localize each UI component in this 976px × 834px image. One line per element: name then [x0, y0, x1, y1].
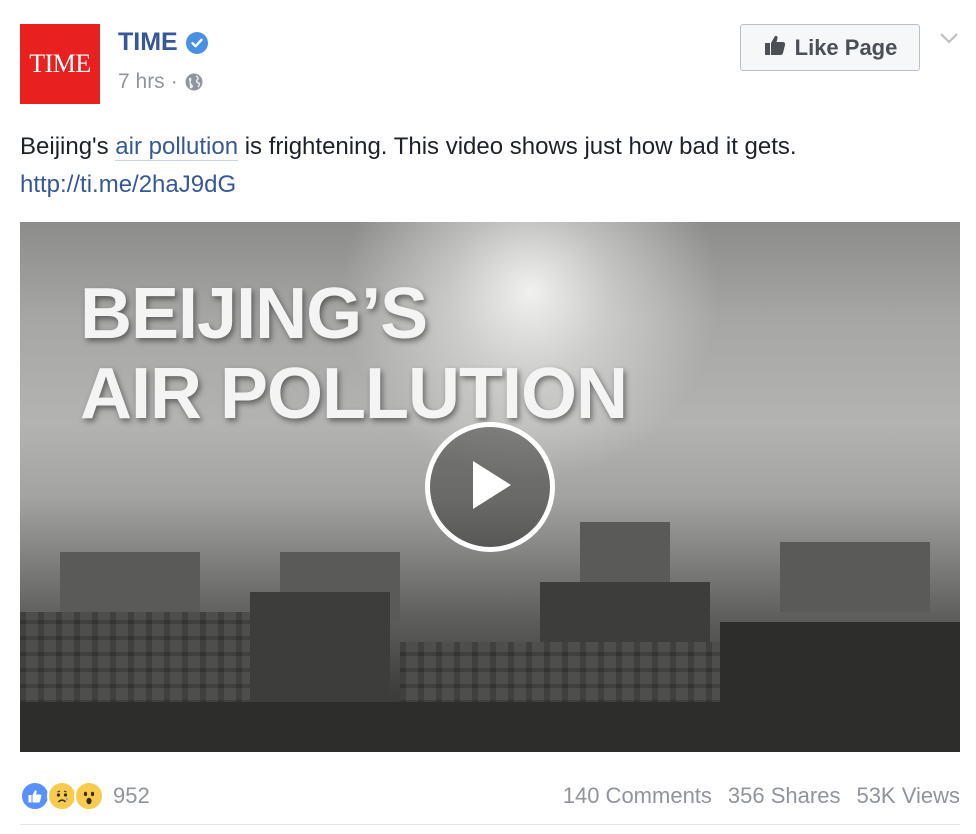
wow-reaction-icon: [74, 781, 104, 811]
caption-text-prefix: Beijing's: [20, 133, 116, 160]
engagement-stats: 140 Comments 356 Shares 53K Views: [563, 783, 960, 809]
video-player[interactable]: BEIJING’S AIR POLLUTION: [20, 222, 960, 752]
play-icon: [465, 457, 515, 518]
caption-text-suffix: is frightening. This video shows just ho…: [238, 133, 797, 160]
video-title-line1: BEIJING’S: [80, 274, 428, 354]
like-page-label: Like Page: [794, 34, 898, 60]
reaction-count: 952: [113, 783, 150, 808]
footer-divider: [20, 824, 960, 825]
shares-count-link[interactable]: 356 Shares: [728, 783, 841, 809]
play-button[interactable]: [425, 422, 555, 552]
sad-reaction-icon: [47, 781, 77, 811]
video-building: [540, 582, 710, 642]
avatar-logo-text: TIME: [29, 49, 91, 78]
post-caption: Beijing's air pollution is frightening. …: [20, 128, 960, 204]
verified-badge-icon: [185, 31, 208, 54]
caption-url-link[interactable]: http://ti.me/2haJ9dG: [20, 166, 960, 204]
like-page-button[interactable]: Like Page: [740, 24, 920, 71]
post-meta: 7 hrs ·: [118, 70, 204, 94]
globe-icon: [184, 72, 204, 92]
video-building: [60, 552, 200, 612]
video-title-overlay: BEIJING’S AIR POLLUTION: [80, 274, 628, 434]
facebook-post: TIME TIME 7 hrs · Like Page Beijing's ai…: [0, 0, 976, 834]
meta-separator: ·: [170, 70, 178, 93]
page-name-link[interactable]: TIME: [118, 28, 178, 57]
caption-topic-link[interactable]: air pollution: [115, 133, 239, 161]
like-reaction-icon: [20, 781, 50, 811]
page-avatar[interactable]: TIME: [20, 24, 100, 104]
video-foreground: [20, 702, 960, 752]
views-count: 53K Views: [856, 783, 960, 808]
page-name-row: TIME: [118, 28, 208, 57]
thumbs-up-icon: [763, 33, 787, 63]
post-timestamp[interactable]: 7 hrs: [118, 70, 165, 94]
chevron-down-icon[interactable]: [938, 30, 960, 46]
reactions-summary[interactable]: 952: [20, 781, 150, 811]
post-footer: 952 140 Comments 356 Shares 53K Views: [20, 776, 960, 816]
video-title-line2: AIR POLLUTION: [80, 354, 628, 434]
video-building: [780, 542, 930, 612]
comments-count-link[interactable]: 140 Comments: [563, 783, 712, 809]
